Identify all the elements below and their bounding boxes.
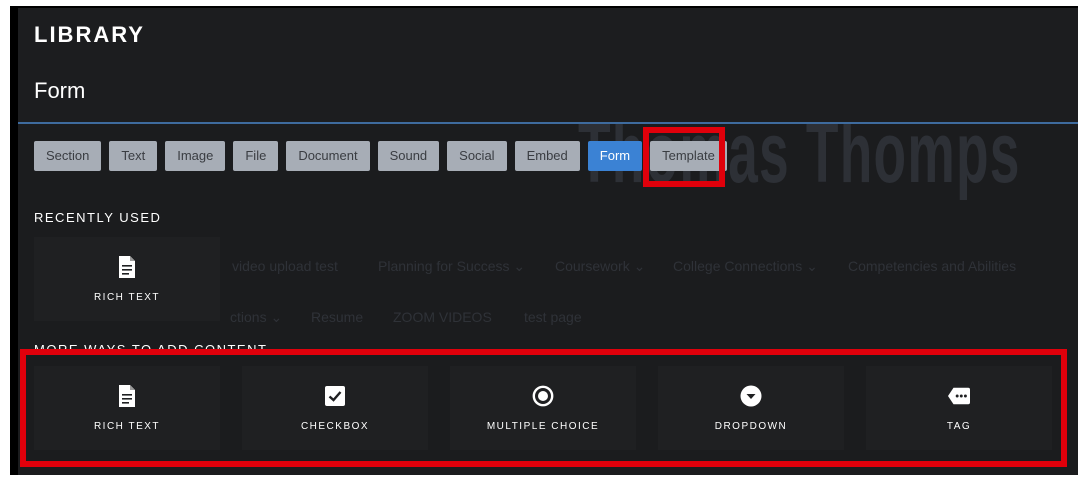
document-icon [116, 384, 138, 407]
tab-template[interactable]: Template [650, 141, 727, 171]
document-icon [116, 255, 138, 278]
tab-sound[interactable]: Sound [377, 141, 440, 171]
tab-image[interactable]: Image [165, 141, 226, 171]
tab-document[interactable]: Document [286, 141, 370, 171]
card-label: TAG [946, 420, 972, 432]
background-nav-link: Competencies and Abilities [848, 258, 1017, 274]
radio-icon [532, 385, 554, 407]
background-nav-link: Resume [311, 309, 364, 325]
library-panel: Thomas Thomps video upload test Planning… [18, 8, 1078, 475]
dropdown-icon [740, 385, 762, 407]
tag-icon [948, 385, 970, 407]
library-header: LIBRARY Form [18, 8, 1078, 124]
tab-embed[interactable]: Embed [514, 141, 580, 171]
card-label: RICH TEXT [93, 420, 161, 432]
library-window: Thomas Thomps video upload test Planning… [10, 6, 1078, 475]
background-nav-link: Coursework ⌄ [555, 258, 646, 274]
library-title: LIBRARY [34, 22, 145, 47]
library-subtitle: Form [34, 78, 86, 103]
recent-rich-text-card[interactable]: RICH TEXT [34, 237, 220, 321]
background-nav-link: video upload test [232, 258, 338, 274]
more-ways-label: MORE WAYS TO ADD CONTENT [34, 342, 268, 357]
rich-text-card[interactable]: RICH TEXT [34, 366, 220, 450]
background-nav-link: ZOOM VIDEOS [393, 309, 492, 325]
background-nav-link: test page [524, 309, 582, 325]
tab-file[interactable]: File [233, 141, 279, 171]
tab-form[interactable]: Form [587, 141, 643, 171]
background-nav-link: Planning for Success ⌄ [378, 258, 526, 274]
card-label: DROPDOWN [714, 420, 788, 432]
content-type-tabs: Section Text Image File Document Sound S… [34, 141, 727, 171]
card-label: RICH TEXT [93, 291, 161, 303]
card-label: MULTIPLE CHOICE [486, 420, 600, 432]
tab-section[interactable]: Section [34, 141, 102, 171]
recently-used-label: RECENTLY USED [34, 210, 162, 225]
tag-card[interactable]: TAG [866, 366, 1052, 450]
card-label: CHECKBOX [300, 420, 370, 432]
background-nav-link: College Connections ⌄ [673, 258, 818, 274]
multiple-choice-card[interactable]: MULTIPLE CHOICE [450, 366, 636, 450]
checkbox-icon [324, 385, 346, 407]
tab-social[interactable]: Social [447, 141, 507, 171]
background-nav-link: ctions ⌄ [230, 309, 283, 325]
tab-text[interactable]: Text [109, 141, 158, 171]
checkbox-card[interactable]: CHECKBOX [242, 366, 428, 450]
dropdown-card[interactable]: DROPDOWN [658, 366, 844, 450]
